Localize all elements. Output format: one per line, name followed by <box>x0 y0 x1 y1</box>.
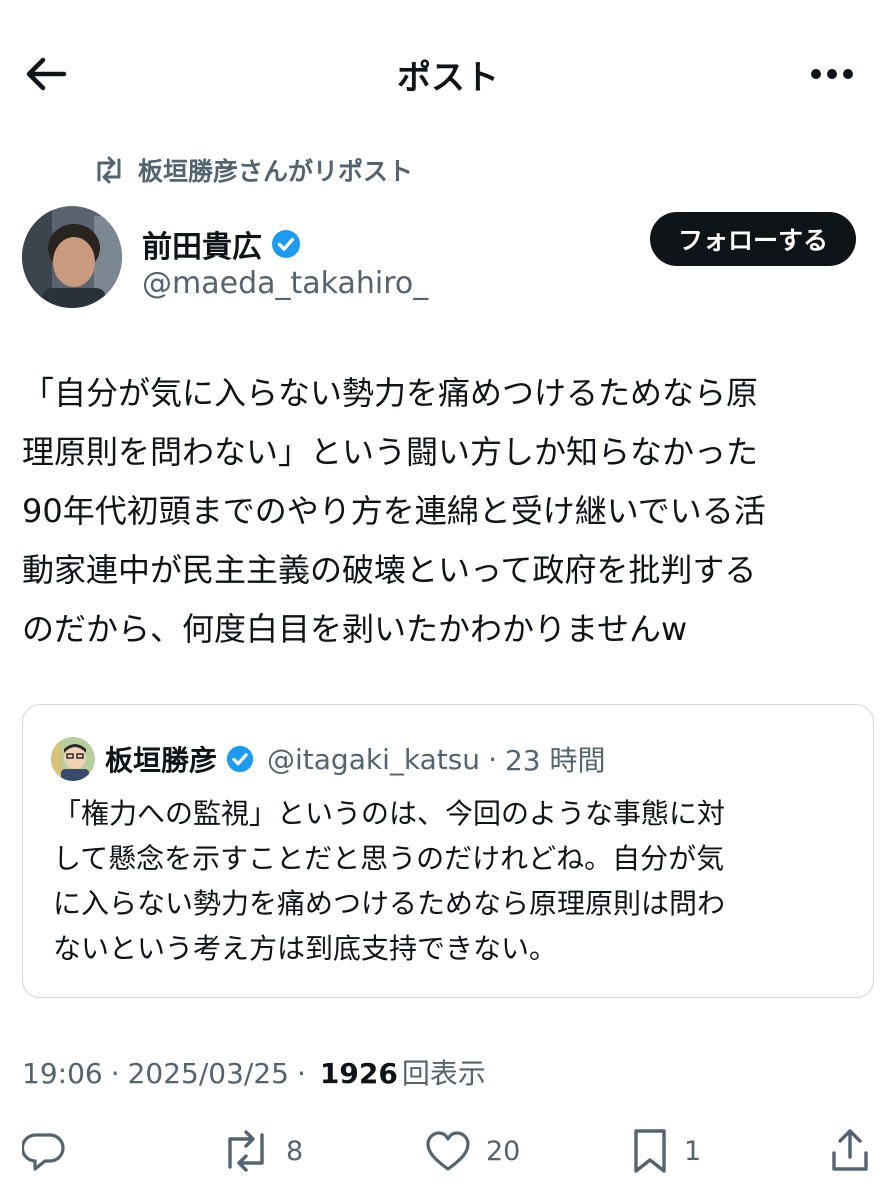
bookmark-button[interactable]: 1 <box>630 1118 701 1184</box>
like-button[interactable]: 20 <box>424 1118 520 1184</box>
post-meta: 19:06 · 2025/03/25 · 1926 回表示 <box>22 1052 486 1092</box>
repost-icon <box>97 156 121 184</box>
more-horizontal-icon <box>811 69 853 79</box>
author-name-row[interactable]: 前田貴広 <box>142 222 302 266</box>
meta-separator: · <box>297 1057 306 1090</box>
views-count: 1926 <box>319 1057 398 1090</box>
bookmark-icon <box>634 1129 666 1173</box>
retweet-button[interactable]: 8 <box>220 1118 303 1184</box>
share-icon <box>832 1129 868 1171</box>
post-date: 2025/03/25 <box>127 1057 289 1090</box>
follow-button[interactable]: フォローする <box>649 212 856 266</box>
quoted-post[interactable]: 板垣勝彦 @itagaki_katsu · 23 時間 「権力への監視」というの… <box>22 704 874 998</box>
post-time: 19:06 <box>22 1057 103 1090</box>
meta-separator: · <box>110 1057 120 1090</box>
bookmark-count: 1 <box>684 1135 702 1167</box>
author-name: 前田貴広 <box>142 230 262 265</box>
top-bar: ポスト <box>0 0 896 150</box>
heart-icon <box>426 1131 470 1171</box>
retweet-icon <box>228 1130 264 1172</box>
share-button[interactable] <box>828 1118 872 1184</box>
action-bar: 8 20 1 <box>0 1118 896 1184</box>
repost-indicator[interactable]: 板垣勝彦さんがリポスト <box>92 152 413 188</box>
quoted-time: 23 時間 <box>504 744 606 777</box>
post-text: 「自分が気に入らない勢力を痛めつけるためなら原 理原則を問わない」という闘い方し… <box>22 374 766 648</box>
reply-icon <box>22 1133 65 1171</box>
quoted-author-name: 板垣勝彦 <box>105 744 218 777</box>
quoted-separator: · <box>488 742 497 776</box>
author-row: 前田貴広 @maeda_takahiro_ フォローする <box>22 206 862 316</box>
quoted-avatar <box>51 737 95 781</box>
author-handle[interactable]: @maeda_takahiro_ <box>142 266 428 301</box>
reply-button[interactable] <box>22 1118 66 1184</box>
quoted-post-header: 板垣勝彦 @itagaki_katsu · 23 時間 <box>51 737 606 781</box>
page-title: ポスト <box>397 58 499 98</box>
more-options-button[interactable] <box>806 58 858 90</box>
views-label: 回表示 <box>401 1057 486 1090</box>
verified-badge-icon <box>272 230 300 258</box>
quoted-post-text: 「権力への監視」というのは、今回のような事態に対 して懸念を示すことだと思うのだ… <box>53 797 726 965</box>
like-count: 20 <box>486 1135 521 1167</box>
retweet-count: 8 <box>286 1135 304 1167</box>
repost-label: 板垣勝彦さんがリポスト <box>138 157 414 186</box>
author-avatar[interactable] <box>22 206 122 308</box>
quoted-author-handle: @itagaki_katsu <box>267 742 481 776</box>
verified-badge-icon <box>226 745 254 773</box>
